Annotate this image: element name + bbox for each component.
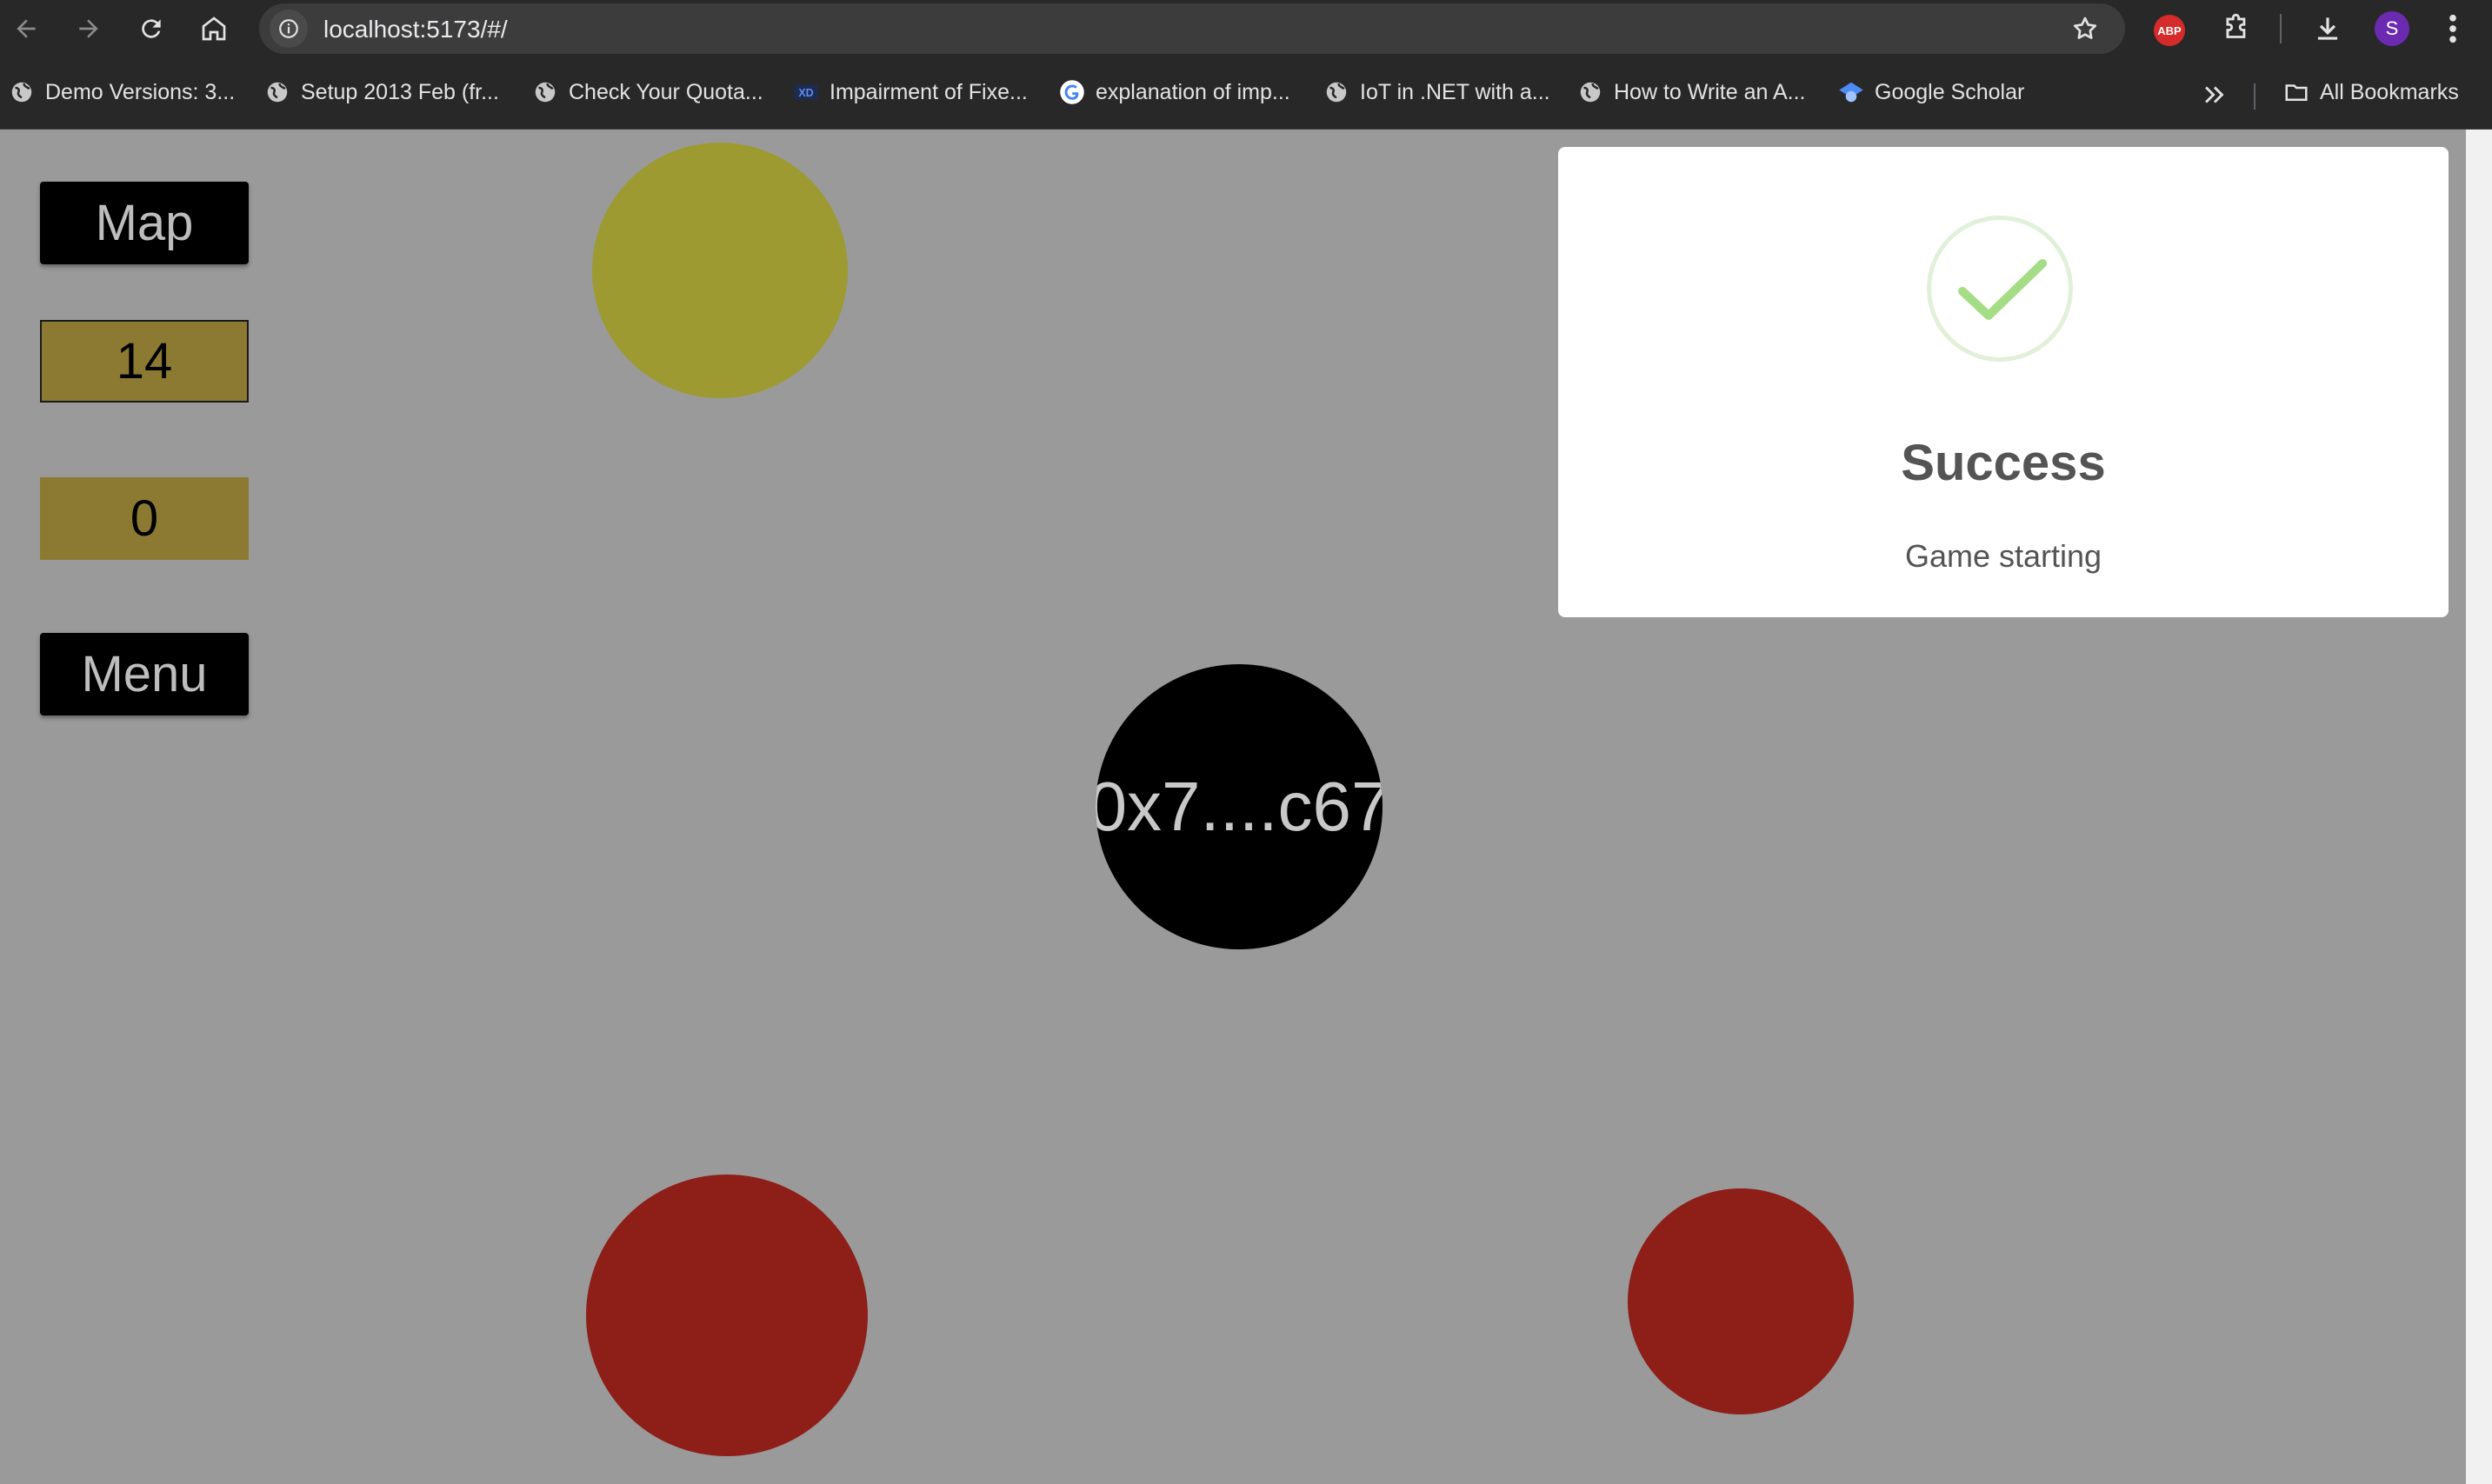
bookmark-item[interactable]: Google Scholar [1838,77,2024,108]
xd-icon: XD [794,84,818,100]
globe-icon [1580,82,1601,103]
bookmark-item[interactable]: Demo Versions: 3... [9,77,235,108]
check-icon [1958,259,2047,320]
globe-icon [535,82,556,103]
reload-button[interactable] [132,10,170,48]
success-toast: Success Game starting [1558,147,2449,617]
home-button[interactable] [195,10,233,48]
site-info-button[interactable] [270,10,308,48]
chevron-double-right-icon[interactable] [2200,80,2229,110]
toast-message: Game starting [1904,538,2102,574]
success-badge [1927,216,2073,362]
map-button[interactable]: Map [40,182,249,264]
url-text[interactable]: localhost:5173/#/ [323,16,508,43]
scholar-icon [1839,82,1863,103]
yellow-orb[interactable] [592,143,848,398]
bookmarks-divider [2254,83,2255,110]
red-orb-left[interactable] [586,1175,868,1456]
arrow-left-icon [17,19,36,38]
player-avatar[interactable]: 0x7....c67 [1096,664,1383,949]
more-menu-icon[interactable] [2440,10,2466,47]
info-icon [279,19,298,38]
bookmark-star-icon[interactable] [2071,15,2099,43]
reload-icon [142,19,161,38]
bookmark-item[interactable]: How to Write an A... [1577,77,1805,108]
red-orb-right[interactable] [1628,1188,1854,1414]
menu-button[interactable]: Menu [40,633,249,715]
address-bar[interactable]: localhost:5173/#/ [259,3,2125,54]
google-icon [1060,80,1084,104]
secondary-counter: 0 [40,477,249,560]
folder-icon [2285,84,2308,101]
bookmark-item[interactable]: explanation of imp... [1059,77,1290,108]
all-bookmarks-button[interactable]: All Bookmarks [2283,77,2459,108]
forward-button[interactable] [70,10,108,48]
arrow-right-icon [79,19,98,38]
score-display: 14 [40,320,249,403]
toolbar-divider [2280,14,2282,43]
globe-icon [267,82,288,103]
home-icon [202,17,226,41]
bookmark-item[interactable]: IoT in .NET with a... [1323,77,1550,108]
svg-text:XD: XD [798,87,813,99]
download-icon[interactable] [2311,12,2344,45]
globe-icon [1326,82,1347,103]
bookmark-item[interactable]: Check Your Quota... [532,77,763,108]
globe-icon [11,82,32,103]
adblock-extension-icon[interactable]: ABP [2154,15,2185,46]
back-button[interactable] [7,10,45,48]
bookmark-item[interactable]: XD Impairment of Fixe... [793,77,1028,108]
bookmarks-bar: Demo Versions: 3... Setup 2013 Feb (fr..… [0,57,2492,130]
profile-avatar[interactable]: S [2375,11,2409,46]
browser-toolbar: localhost:5173/#/ ABP S [0,0,2492,57]
page-scrollbar[interactable] [2466,130,2492,1484]
extensions-puzzle-icon[interactable] [2221,12,2254,45]
toast-title: Success [1901,435,2106,491]
bookmark-item[interactable]: Setup 2013 Feb (fr... [264,77,499,108]
player-address: 0x7....c67 [1096,768,1383,845]
